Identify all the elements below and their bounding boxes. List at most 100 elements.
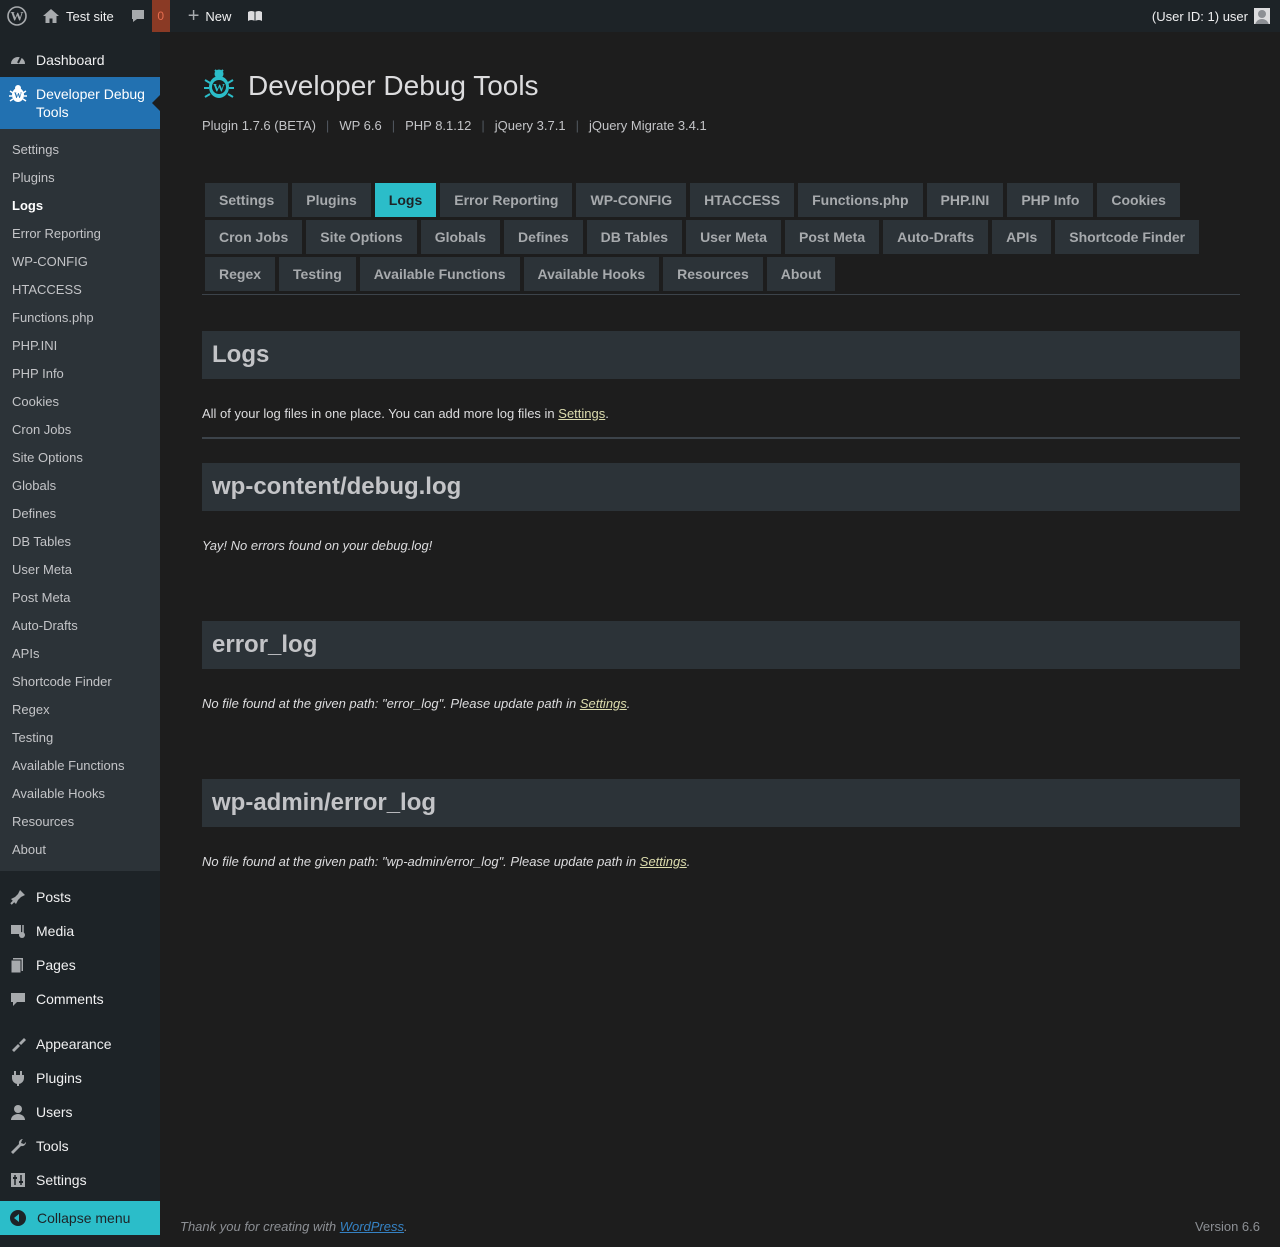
sidebar-item-developer-debug-tools[interactable]: W Developer Debug Tools [0,77,160,129]
tab-resources[interactable]: Resources [663,257,763,291]
tab-post-meta[interactable]: Post Meta [784,220,880,254]
tab-regex[interactable]: Regex [205,257,276,291]
tab-php-ini[interactable]: PHP.INI [926,183,1004,217]
tab-available-functions[interactable]: Available Functions [359,257,520,291]
sidebar-item-label: Posts [36,889,72,905]
sidebar-item-appearance[interactable]: Appearance [0,1027,160,1061]
tab-htaccess[interactable]: HTACCESS [690,183,795,217]
tab-testing[interactable]: Testing [279,257,356,291]
tab-logs[interactable]: Logs [374,183,437,217]
sidebar-item-users[interactable]: Users [0,1095,160,1129]
footer-version: Version 6.6 [1194,1219,1260,1234]
sidebar-item-pages[interactable]: Pages [0,948,160,982]
book-icon[interactable] [239,0,271,32]
sidebar-subitem-resources[interactable]: Resources [0,808,160,836]
sidebar-subitem-plugins[interactable]: Plugins [0,164,160,192]
sidebar-subitem-globals[interactable]: Globals [0,472,160,500]
comments-count-badge: 0 [151,0,170,32]
tab-cookies[interactable]: Cookies [1097,183,1180,217]
settings-link[interactable]: Settings [558,406,605,421]
settings-link[interactable]: Settings [580,696,627,711]
sidebar-item-plugins[interactable]: Plugins [0,1061,160,1095]
site-name-link[interactable]: Test site [34,0,122,32]
collapse-menu-label: Collapse menu [37,1210,131,1226]
sidebar-item-comments[interactable]: Comments [0,982,160,1016]
divider [202,437,1240,439]
users-icon [8,1102,28,1122]
tab-defines[interactable]: Defines [504,220,583,254]
sidebar-subitem-shortcode-finder[interactable]: Shortcode Finder [0,668,160,696]
sidebar-subitem-htaccess[interactable]: HTACCESS [0,276,160,304]
version-item: Plugin 1.7.6 (BETA) [202,118,316,133]
tab-wp-config[interactable]: WP-CONFIG [576,183,687,217]
version-separator: | [391,118,396,133]
wordpress-logo-icon[interactable]: W [0,0,34,32]
comment-bubble-icon [131,10,144,22]
tab-globals[interactable]: Globals [420,220,501,254]
sidebar-subitem-php-info[interactable]: PHP Info [0,360,160,388]
sidebar-item-dashboard[interactable]: Dashboard [0,43,160,77]
plugin-bug-logo-icon: W [202,68,236,105]
sidebar-subitem-available-hooks[interactable]: Available Hooks [0,780,160,808]
user-account-menu[interactable]: (User ID: 1) user [1152,0,1280,32]
tab-auto-drafts[interactable]: Auto-Drafts [883,220,989,254]
log-file-title: wp-admin/error_log [202,779,1240,827]
sidebar-subitem-cron-jobs[interactable]: Cron Jobs [0,416,160,444]
version-item: PHP 8.1.12 [405,118,472,133]
sidebar-item-media[interactable]: Media [0,914,160,948]
tab-shortcode-finder[interactable]: Shortcode Finder [1055,220,1200,254]
log-message-text: No file found at the given path: "wp-adm… [202,854,640,869]
new-label: New [205,8,232,24]
sidebar-subitem-functions-php[interactable]: Functions.php [0,304,160,332]
tab-about[interactable]: About [766,257,836,291]
tab-error-reporting[interactable]: Error Reporting [440,183,573,217]
sidebar-subitem-testing[interactable]: Testing [0,724,160,752]
sidebar-item-posts[interactable]: Posts [0,880,160,914]
sidebar-subitem-auto-drafts[interactable]: Auto-Drafts [0,612,160,640]
sidebar-item-tools[interactable]: Tools [0,1129,160,1163]
tab-plugins[interactable]: Plugins [292,183,371,217]
sidebar-subitem-user-meta[interactable]: User Meta [0,556,160,584]
log-message-suffix: . [626,696,631,711]
sidebar-subitem-php-ini[interactable]: PHP.INI [0,332,160,360]
sidebar-item-settings[interactable]: Settings [0,1163,160,1197]
section-description: All of your log files in one place. You … [202,406,1240,421]
tab-site-options[interactable]: Site Options [306,220,417,254]
sidebar-subitem-post-meta[interactable]: Post Meta [0,584,160,612]
settings-link[interactable]: Settings [640,854,687,869]
version-item: jQuery Migrate 3.4.1 [588,118,707,133]
wordpress-link[interactable]: WordPress [340,1219,404,1234]
sidebar-subitem-logs[interactable]: Logs [0,192,160,220]
sidebar-subitem-db-tables[interactable]: DB Tables [0,528,160,556]
user-label: (User ID: 1) user [1151,8,1248,24]
comments-link[interactable]: 0 [122,0,170,32]
pages-icon [8,955,28,975]
sidebar-subitem-available-functions[interactable]: Available Functions [0,752,160,780]
sidebar-subitem-cookies[interactable]: Cookies [0,388,160,416]
sidebar-subitem-apis[interactable]: APIs [0,640,160,668]
sidebar-item-label: Comments [36,991,104,1007]
sidebar-subitem-wp-config[interactable]: WP-CONFIG [0,248,160,276]
sidebar-subitem-defines[interactable]: Defines [0,500,160,528]
sidebar-subitem-error-reporting[interactable]: Error Reporting [0,220,160,248]
log-file-title: error_log [202,621,1240,669]
footer: Thank you for creating with WordPress. V… [180,1219,1260,1234]
tab-cron-jobs[interactable]: Cron Jobs [205,220,303,254]
sidebar-subitem-settings[interactable]: Settings [0,136,160,164]
sidebar-subitem-regex[interactable]: Regex [0,696,160,724]
tab-available-hooks[interactable]: Available Hooks [523,257,660,291]
tab-php-info[interactable]: PHP Info [1007,183,1094,217]
new-content-button[interactable]: + New [180,0,240,32]
sidebar-subitem-about[interactable]: About [0,836,160,864]
tab-settings[interactable]: Settings [205,183,289,217]
tab-functions-php[interactable]: Functions.php [798,183,923,217]
log-message-suffix: . [686,854,691,869]
sidebar-submenu: Settings Plugins Logs Error Reporting WP-CON… [0,129,160,871]
tab-user-meta[interactable]: User Meta [686,220,781,254]
sidebar-subitem-site-options[interactable]: Site Options [0,444,160,472]
tab-apis[interactable]: APIs [992,220,1052,254]
footer-thanks: Thank you for creating with WordPress. [180,1219,408,1234]
collapse-menu-button[interactable]: Collapse menu [0,1201,160,1235]
tab-db-tables[interactable]: DB Tables [586,220,683,254]
footer-thanks-suffix: . [404,1219,408,1234]
